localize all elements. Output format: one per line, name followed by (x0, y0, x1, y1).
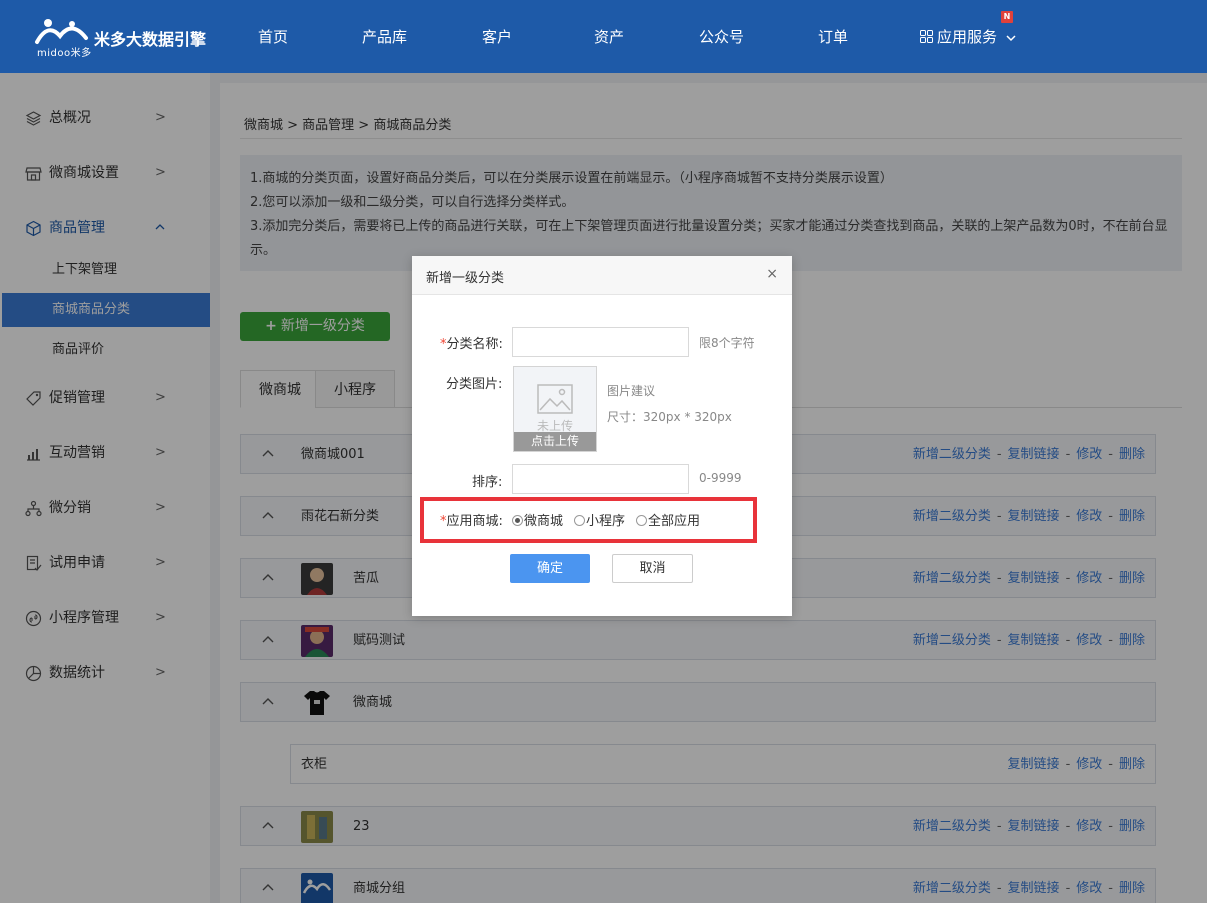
logo[interactable]: midoo米多 米多大数据引擎 (34, 14, 214, 60)
category-name-input[interactable] (512, 327, 689, 357)
add-category-dialog: 新增一级分类 × *分类名称: 限8个字符 分类图片: 未上传 点击上传 图片建… (412, 256, 792, 616)
nav-customers[interactable]: 客户 (482, 26, 512, 47)
image-upload[interactable]: 未上传 点击上传 (513, 366, 597, 452)
sort-label: 排序: (472, 475, 503, 490)
radio-checked-icon (512, 515, 523, 526)
image-placeholder-icon (537, 384, 573, 414)
category-image-label: 分类图片: (446, 377, 503, 392)
grid-icon (920, 30, 933, 43)
radio-unchecked-icon (574, 515, 585, 526)
dialog-header: 新增一级分类 × (412, 256, 792, 295)
radio-label: 小程序 (586, 514, 626, 529)
top-navbar: midoo米多 米多大数据引擎 首页 产品库 客户 资产 公众号 订单 应用服务… (0, 0, 1207, 73)
close-icon[interactable]: × (766, 266, 778, 282)
confirm-button[interactable]: 确定 (510, 554, 590, 583)
radio-label: 微商城 (524, 514, 564, 529)
app-service-label: 应用服务 (937, 28, 998, 46)
apply-shop-label: *应用商城: (440, 510, 503, 529)
nav-app-service[interactable]: 应用服务 (920, 26, 1016, 47)
nav-orders[interactable]: 订单 (818, 26, 848, 47)
dialog-title: 新增一级分类 (426, 271, 505, 286)
category-name-label-text: 分类名称: (446, 337, 503, 352)
radio-mini-program[interactable]: 小程序 (574, 510, 625, 529)
image-hint-title: 图片建议 (607, 384, 656, 398)
radio-unchecked-icon (636, 515, 647, 526)
logo-sub: midoo米多 (37, 48, 92, 59)
sort-input[interactable] (512, 464, 689, 494)
apply-shop-label-text: 应用商城: (446, 514, 503, 529)
nav-products[interactable]: 产品库 (362, 26, 407, 47)
upload-button[interactable]: 点击上传 (514, 432, 596, 451)
category-name-hint: 限8个字符 (699, 336, 755, 350)
chevron-down-icon (1006, 35, 1016, 42)
radio-weishop[interactable]: 微商城 (512, 510, 563, 529)
sort-hint: 0-9999 (699, 471, 742, 485)
new-badge: N (1001, 11, 1013, 23)
category-name-label: *分类名称: (440, 333, 503, 352)
logo-title: 米多大数据引擎 (94, 30, 207, 49)
nav-home[interactable]: 首页 (258, 26, 288, 47)
radio-label: 全部应用 (648, 514, 701, 529)
cancel-button[interactable]: 取消 (612, 554, 693, 583)
nav-official-account[interactable]: 公众号 (699, 26, 744, 47)
image-hint-size: 尺寸：320px * 320px (607, 410, 732, 424)
radio-all-apps[interactable]: 全部应用 (636, 510, 700, 529)
nav-assets[interactable]: 资产 (594, 26, 624, 47)
